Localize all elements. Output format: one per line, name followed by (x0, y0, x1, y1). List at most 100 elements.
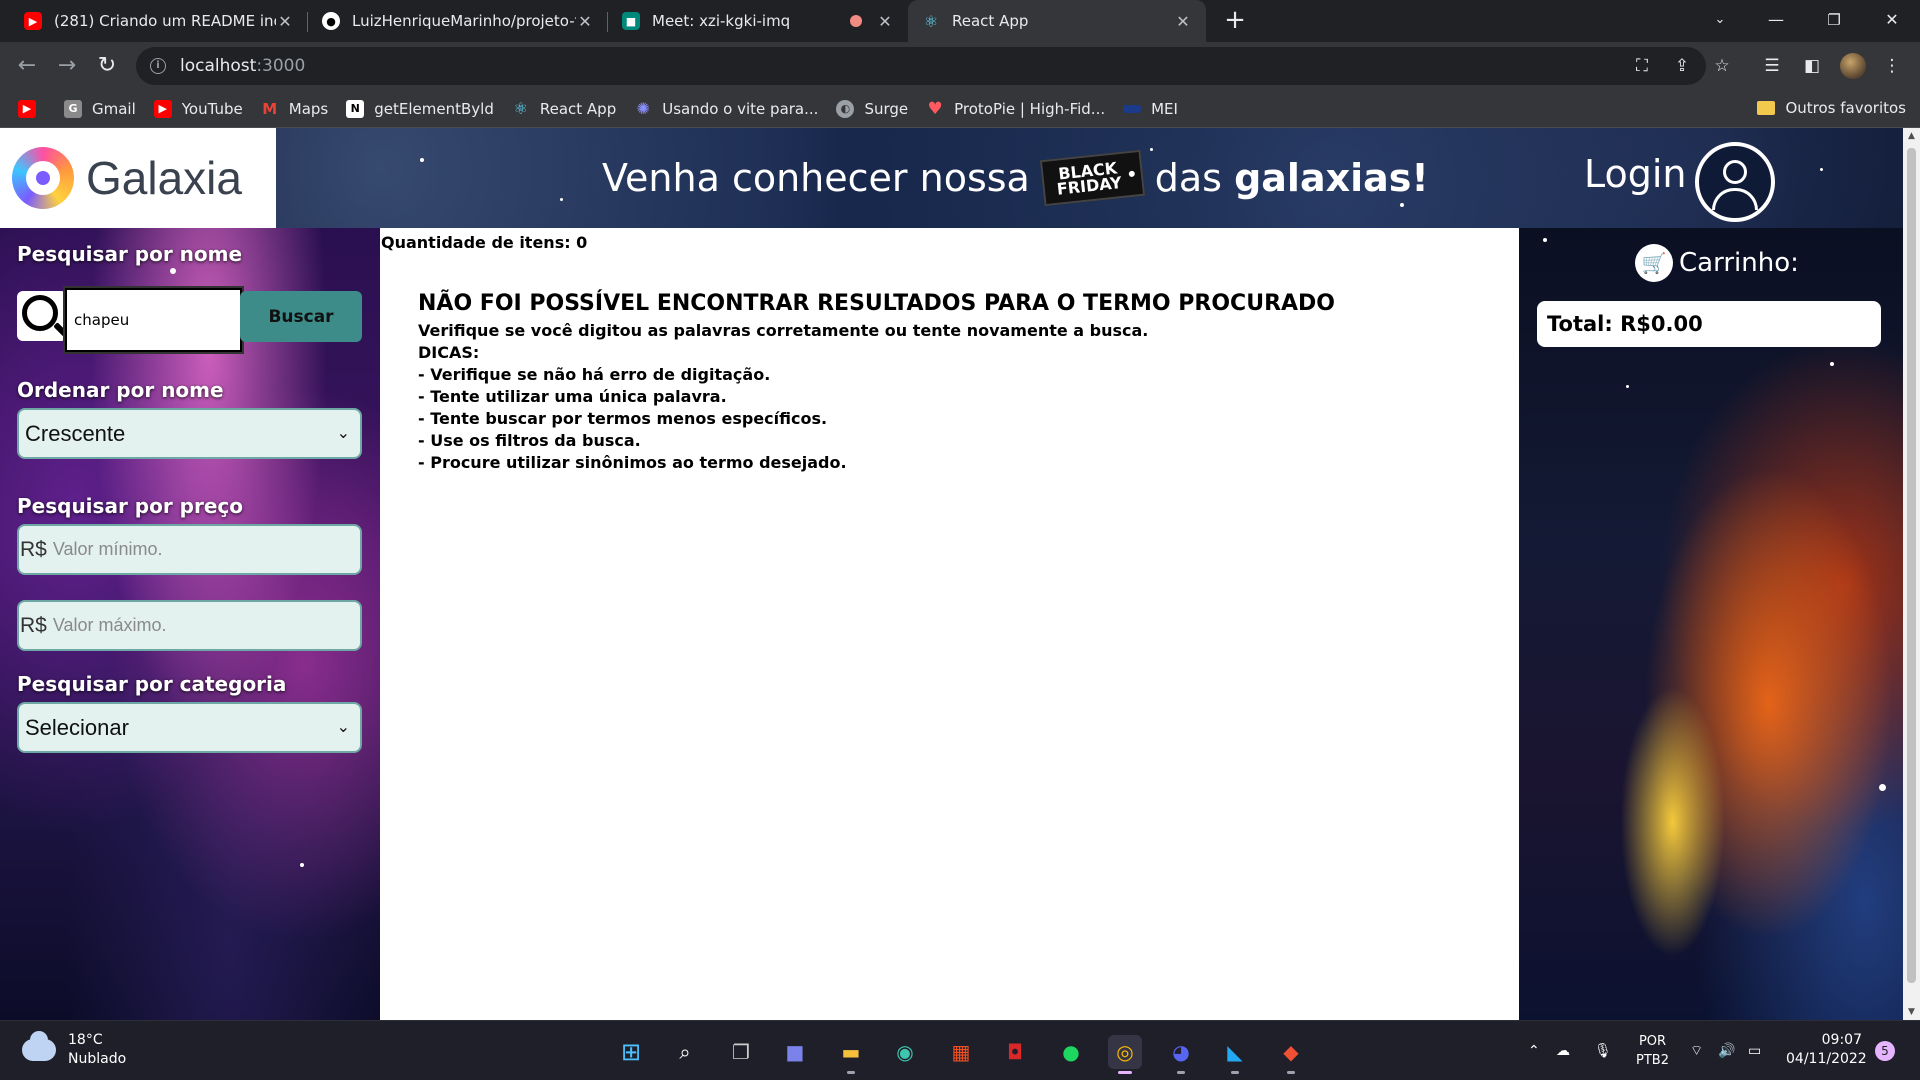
other-bookmarks[interactable]: Outros favoritos (1757, 99, 1906, 117)
page-scrollbar[interactable]: ▲ ▼ (1903, 128, 1920, 1020)
minimize-button[interactable]: — (1748, 0, 1804, 42)
show-hidden-icons[interactable]: ⌃ (1528, 1021, 1540, 1080)
address-bar[interactable]: i localhost:3000 (136, 47, 1706, 85)
git-icon[interactable]: ◆ (1274, 1035, 1308, 1074)
promo-bold: galaxias! (1234, 156, 1429, 200)
youtube-icon: ▶ (24, 12, 42, 30)
no-results-line: - Procure utilizar sinônimos ao termo de… (418, 453, 847, 472)
mcafee-icon[interactable]: ◘ (998, 1035, 1032, 1069)
restore-button[interactable]: ❐ (1806, 0, 1862, 42)
spotify-icon[interactable]: ● (1054, 1035, 1088, 1069)
close-icon[interactable]: ✕ (576, 12, 594, 31)
bookmark-youtube[interactable]: ▶ YouTube (153, 99, 243, 118)
cloud-icon (22, 1031, 56, 1061)
bookmark-gmail[interactable]: G Gmail (64, 99, 136, 118)
promo-prefix: Venha conhecer nossa (602, 156, 1030, 200)
bookmark-youtube-icon-only[interactable]: ▶ (18, 99, 46, 118)
windows-start-icon[interactable]: ⊞ (614, 1035, 648, 1069)
currency-prefix: R$ (20, 537, 47, 561)
other-bookmarks-label: Outros favoritos (1785, 99, 1906, 117)
edge-icon[interactable]: ◉ (888, 1035, 922, 1069)
tab-youtube[interactable]: ▶ (281) Criando um README incrív ✕ (10, 0, 308, 42)
site-header: Galaxia Venha conhecer nossa BLACK FRIDA… (0, 128, 1903, 228)
vite-icon: ✺ (636, 99, 650, 118)
filter-sidebar: Pesquisar por nome Buscar Ordenar por no… (0, 228, 380, 1020)
vscode-icon[interactable]: ◣ (1218, 1035, 1252, 1074)
bookmark-react-app[interactable]: ⚛ React App (512, 99, 617, 118)
bookmark-surge[interactable]: ◐ Surge (836, 99, 908, 118)
teams-chat-icon[interactable]: ■ (778, 1035, 812, 1069)
chrome-icon[interactable]: ◎ (1108, 1035, 1142, 1074)
promo-banner: Venha conhecer nossa BLACK FRIDAY das ga… (602, 149, 1429, 207)
category-select[interactable]: Selecionar ⌄ (17, 702, 362, 753)
bookmark-label: YouTube (181, 99, 243, 118)
media-control-icon[interactable]: ☰ (1760, 54, 1784, 78)
file-explorer-icon[interactable]: ▬ (834, 1035, 868, 1074)
search-input[interactable] (63, 286, 244, 354)
react-icon: ⚛ (923, 11, 939, 31)
tab-github[interactable]: ● LuizHenriqueMarinho/projeto-fro ✕ (308, 0, 608, 42)
back-button[interactable]: ← (12, 51, 42, 81)
clock[interactable]: 09:07 04/11/2022 (1786, 1031, 1867, 1069)
menu-kebab-icon[interactable]: ⋮ (1880, 54, 1904, 78)
no-results-message: NÃO FOI POSSÍVEL ENCONTRAR RESULTADOS PA… (418, 291, 1335, 474)
search-button[interactable]: Buscar (240, 291, 362, 342)
date: 04/11/2022 (1786, 1051, 1867, 1067)
scroll-down-icon[interactable]: ▼ (1903, 1004, 1920, 1020)
new-tab-button[interactable]: + (1220, 6, 1250, 36)
battery-icon[interactable]: ▭ (1748, 1021, 1761, 1080)
min-price-input[interactable]: R$ Valor mínimo. (17, 524, 362, 575)
close-icon[interactable]: ✕ (876, 12, 894, 31)
user-icon[interactable] (1695, 142, 1775, 222)
volume-icon[interactable]: 🔊 (1718, 1021, 1735, 1080)
close-window-button[interactable]: ✕ (1864, 0, 1920, 42)
tab-react-app[interactable]: ⚛ React App ✕ (908, 0, 1206, 42)
scroll-up-icon[interactable]: ▲ (1903, 128, 1920, 144)
task-view-icon[interactable]: ❐ (724, 1035, 758, 1069)
tab-meet[interactable]: ■ Meet: xzi-kgki-imq ✕ (608, 0, 908, 42)
site-logo[interactable]: Galaxia (0, 128, 276, 228)
wifi-icon[interactable]: ⌔ (1690, 1021, 1703, 1080)
bookmark-protopie[interactable]: ♥ ProtoPie | High-Fid... (926, 99, 1106, 119)
store-icon[interactable]: ▦ (944, 1035, 978, 1069)
bookmark-star-icon[interactable]: ☆ (1710, 54, 1734, 78)
reload-button[interactable]: ↻ (92, 51, 122, 81)
keyboard-layout: PTB2 (1636, 1053, 1669, 1068)
weather-widget[interactable]: 18°C Nublado (22, 1031, 126, 1069)
login-link[interactable]: Login . (1584, 152, 1711, 196)
no-results-title: NÃO FOI POSSÍVEL ENCONTRAR RESULTADOS PA… (418, 291, 1335, 316)
onedrive-icon[interactable]: ☁ (1556, 1021, 1570, 1080)
forward-button[interactable]: → (52, 51, 82, 81)
max-price-input[interactable]: R$ Valor máximo. (17, 600, 362, 651)
bookmark-label: getElementByld (374, 99, 494, 118)
translate-icon[interactable]: ⛶ (1630, 54, 1654, 78)
side-panel-icon[interactable]: ◧ (1800, 54, 1824, 78)
language-indicator[interactable]: POR PTB2 (1636, 1021, 1669, 1080)
cart-panel: 🛒 Carrinho: Total: R$0.00 (1519, 228, 1903, 1020)
notification-badge[interactable]: 5 (1875, 1041, 1895, 1061)
search-icon[interactable]: ⌕ (668, 1035, 702, 1069)
discord-icon[interactable]: ◕ (1164, 1035, 1198, 1074)
bookmark-getelementbyid[interactable]: N getElementByld (346, 99, 494, 118)
max-price-placeholder: Valor máximo. (52, 615, 167, 635)
tab-search-icon[interactable]: ⌄ (1692, 0, 1748, 42)
chevron-down-icon: ⌄ (336, 425, 350, 442)
close-icon[interactable]: ✕ (276, 12, 294, 31)
browser-toolbar: ← → ↻ i localhost:3000 ⛶ ⇪ ☆ ☰ ◧ ⋮ (0, 42, 1920, 90)
youtube-icon: ▶ (18, 99, 36, 118)
search-name-label: Pesquisar por nome (17, 242, 243, 266)
bookmark-mei[interactable]: MEI (1123, 100, 1178, 118)
close-icon[interactable]: ✕ (1174, 12, 1192, 31)
order-select[interactable]: Crescente ⌄ (17, 408, 362, 459)
min-price-placeholder: Valor mínimo. (52, 539, 163, 559)
site-info-icon[interactable]: i (150, 58, 166, 74)
scrollbar-thumb[interactable] (1907, 148, 1916, 983)
bookmark-vite[interactable]: ✺ Usando o vite para... (634, 99, 819, 118)
bookmark-label: React App (539, 99, 617, 118)
bookmark-maps[interactable]: M Maps (261, 100, 328, 118)
share-icon[interactable]: ⇪ (1670, 54, 1694, 78)
no-results-line: - Verifique se não há erro de digitação. (418, 365, 771, 384)
microphone-icon[interactable]: 🎙 (1594, 1021, 1612, 1080)
tab-title: Meet: xzi-kgki-imq (652, 12, 791, 30)
profile-avatar[interactable] (1840, 53, 1866, 79)
